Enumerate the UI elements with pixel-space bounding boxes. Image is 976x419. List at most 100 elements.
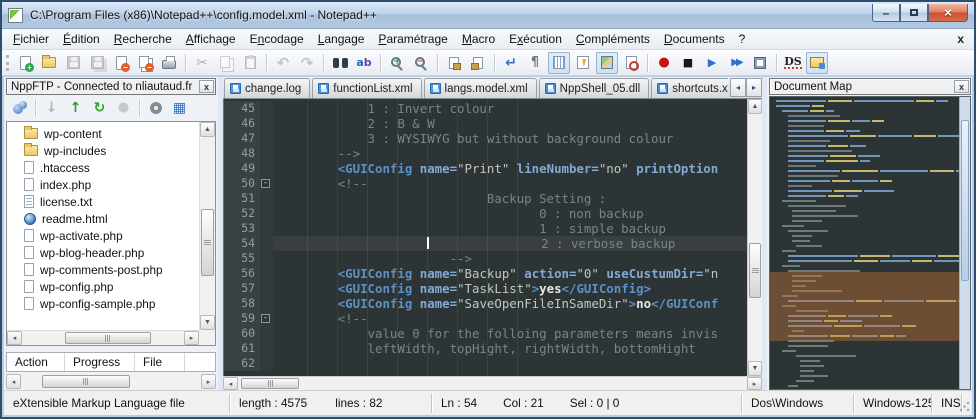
tab-shortcuts-xml[interactable]: shortcuts.xml <box>651 78 728 98</box>
code-line-58[interactable]: 58 <GUIConfig name="SaveOpenFileInSameDi… <box>224 296 747 311</box>
macro-save-button[interactable] <box>749 52 771 74</box>
document-map-close-button[interactable]: x <box>954 80 969 93</box>
replace-button[interactable] <box>353 52 375 74</box>
status-eol-format[interactable]: Dos\Windows <box>742 394 854 413</box>
editor-horizontal-scrollbar[interactable]: ◂ ▸ <box>223 376 762 390</box>
code-line-51[interactable]: 51 Backup Setting : <box>224 191 747 206</box>
tree-item-index-php[interactable]: index.php <box>9 176 198 193</box>
code-line-49[interactable]: 49 <GUIConfig name="Print" lineNumber="n… <box>224 161 747 176</box>
code-line-53[interactable]: 53 1 : simple backup <box>224 221 747 236</box>
upload-button[interactable] <box>64 97 87 118</box>
tree-horizontal-scrollbar[interactable]: ◂ ▸ <box>7 330 199 345</box>
code-line-62[interactable]: 62 <box>224 356 747 371</box>
scroll-down-icon[interactable]: ▼ <box>748 361 762 376</box>
code-line-52[interactable]: 52 0 : non backup <box>224 206 747 221</box>
document-map[interactable] <box>769 96 971 390</box>
menu-item-fichier[interactable]: Fichier <box>6 30 56 48</box>
tree-item-wp-comments-post-php[interactable]: wp-comments-post.php <box>9 261 198 278</box>
function-list-button[interactable] <box>572 52 594 74</box>
save-all-button[interactable] <box>86 52 108 74</box>
tree-item-license-txt[interactable]: license.txt <box>9 193 198 210</box>
settings-button[interactable] <box>144 97 167 118</box>
code-line-55[interactable]: 55 --> <box>224 251 747 266</box>
tab-langs-model-xml[interactable]: langs.model.xml <box>424 78 537 98</box>
code-editor[interactable]: 45 1 : Invert colour46 2 : B & W47 3 : W… <box>223 99 762 376</box>
word-wrap-button[interactable] <box>500 52 522 74</box>
menu-item-affichage[interactable]: Affichage <box>179 30 243 48</box>
open-file-button[interactable] <box>38 52 60 74</box>
code-line-57[interactable]: 57 <GUIConfig name="TaskList">yes</GUICo… <box>224 281 747 296</box>
menu-item-item[interactable]: ? <box>732 30 753 48</box>
tab-nppshell-05-dll[interactable]: NppShell_05.dll <box>539 78 650 98</box>
editor-hscroll-thumb[interactable] <box>241 378 299 389</box>
code-line-59[interactable]: 59- <!-- <box>224 311 747 326</box>
tree-item-htaccess[interactable]: .htaccess <box>9 159 198 176</box>
close-all-button[interactable] <box>134 52 156 74</box>
code-line-45[interactable]: 45 1 : Invert colour <box>224 101 747 116</box>
cut-button[interactable] <box>191 52 213 74</box>
macro-playback-button[interactable] <box>701 52 723 74</box>
menu-item-dition[interactable]: Édition <box>56 30 107 48</box>
column-header-action[interactable]: Action <box>7 353 65 371</box>
save-button[interactable] <box>62 52 84 74</box>
restore-button[interactable] <box>900 4 928 22</box>
tree-item-wp-includes[interactable]: wp-includes <box>9 142 198 159</box>
scroll-left-icon[interactable]: ◂ <box>7 331 22 345</box>
code-line-46[interactable]: 46 2 : B & W <box>224 116 747 131</box>
close-file-button[interactable] <box>110 52 132 74</box>
status-encoding[interactable]: Windows-1252 <box>854 394 932 413</box>
column-header-progress[interactable]: Progress <box>65 353 135 371</box>
undo-button[interactable] <box>272 52 294 74</box>
show-all-characters-button[interactable] <box>524 52 546 74</box>
transfer-list-scrollbar[interactable]: ◂ ▸ <box>6 374 216 389</box>
scroll-right-icon[interactable]: ▸ <box>184 331 199 345</box>
tree-item-wp-blog-header-php[interactable]: wp-blog-header.php <box>9 244 198 261</box>
find-button[interactable] <box>329 52 351 74</box>
ds-plugin-button[interactable]: DS <box>782 52 804 74</box>
macro-run-multiple-button[interactable] <box>725 52 747 74</box>
code-line-50[interactable]: 50- <!-- <box>224 176 747 191</box>
copy-button[interactable] <box>215 52 237 74</box>
minimize-button[interactable]: – <box>872 4 900 22</box>
column-header-file[interactable]: File <box>135 353 185 371</box>
fold-collapse-toggle[interactable]: - <box>261 179 270 188</box>
scroll-left-icon[interactable]: ◂ <box>223 377 238 390</box>
code-line-48[interactable]: 48 --> <box>224 146 747 161</box>
print-button[interactable] <box>158 52 180 74</box>
tree-item-wp-content[interactable]: wp-content <box>9 125 198 142</box>
tab-functionlist-xml[interactable]: functionList.xml <box>312 78 421 98</box>
refresh-button[interactable] <box>88 97 111 118</box>
tab-scroll-left-button[interactable]: ◂ <box>730 78 746 97</box>
title-bar[interactable]: C:\Program Files (x86)\Notepad++\config.… <box>2 2 974 29</box>
download-button[interactable] <box>40 97 63 118</box>
resize-grip[interactable] <box>962 391 972 415</box>
zoom-out-button[interactable] <box>410 52 432 74</box>
tree-vertical-scrollbar[interactable]: ▲ ▼ <box>199 122 215 330</box>
tree-item-wp-config-sample-php[interactable]: wp-config-sample.php <box>9 295 198 312</box>
tree-hscroll-thumb[interactable] <box>65 332 151 344</box>
scroll-right-icon[interactable]: ▸ <box>747 377 762 390</box>
macro-stop-button[interactable] <box>677 52 699 74</box>
menu-item-compl-ments[interactable]: Compléments <box>569 30 657 48</box>
status-insert-mode[interactable]: INS <box>932 394 962 413</box>
document-map-scrollbar[interactable] <box>959 97 970 389</box>
code-line-61[interactable]: 61 leftWidth, topHight, rightWidth, bott… <box>224 341 747 356</box>
code-line-54[interactable]: 54 2 : verbose backup <box>224 236 747 251</box>
menu-item-param-trage[interactable]: Paramétrage <box>371 30 454 48</box>
menu-item-langage[interactable]: Langage <box>311 30 372 48</box>
file-monitoring-button[interactable] <box>620 52 642 74</box>
code-line-47[interactable]: 47 3 : WYSIWYG but without background co… <box>224 131 747 146</box>
close-button[interactable]: × <box>928 4 968 22</box>
menu-item-macro[interactable]: Macro <box>455 30 502 48</box>
menu-item-recherche[interactable]: Recherche <box>107 30 179 48</box>
tree-vscroll-thumb[interactable] <box>201 209 214 276</box>
indent-guides-button[interactable] <box>548 52 570 74</box>
scroll-left-icon[interactable]: ◂ <box>6 374 21 389</box>
code-line-56[interactable]: 56 <GUIConfig name="Backup" action="0" u… <box>224 266 747 281</box>
abort-button[interactable] <box>112 97 135 118</box>
tree-item-wp-activate-php[interactable]: wp-activate.php <box>9 227 198 244</box>
tree-item-wp-config-php[interactable]: wp-config.php <box>9 278 198 295</box>
scroll-right-icon[interactable]: ▸ <box>201 374 216 389</box>
zoom-in-button[interactable] <box>386 52 408 74</box>
nppftp-close-button[interactable]: x <box>199 80 214 93</box>
